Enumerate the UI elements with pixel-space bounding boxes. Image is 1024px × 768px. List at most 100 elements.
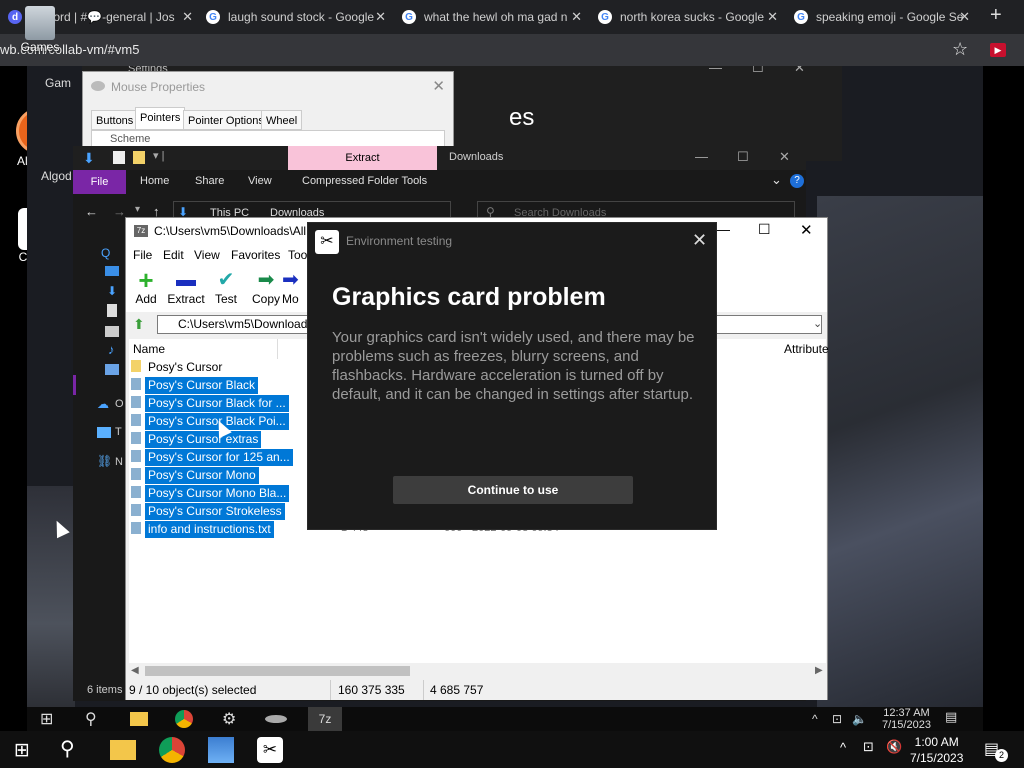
tab-file[interactable]: File (73, 170, 126, 194)
maximize-icon[interactable]: ☐ (737, 149, 749, 165)
add-button[interactable]: + Add (126, 267, 166, 306)
minimize-icon[interactable]: — (695, 149, 708, 164)
notification-icon[interactable]: ▤ (945, 709, 957, 725)
tab-home[interactable]: Home (140, 175, 169, 187)
tab-view[interactable]: View (248, 175, 272, 187)
column-attributes[interactable]: Attribute (784, 342, 829, 356)
quick-access-label[interactable]: Q (101, 246, 110, 260)
list-item[interactable]: Posy's Cursor Black for ... (131, 395, 289, 412)
close-icon[interactable]: ✕ (959, 9, 970, 25)
list-item[interactable]: Posy's Cursor Strokeless (131, 503, 285, 520)
menu-file[interactable]: File (133, 248, 152, 262)
photos-icon[interactable] (208, 737, 234, 763)
move-button[interactable]: ➡ Mo (282, 268, 302, 306)
chevron-down-icon[interactable]: ⌄ (771, 172, 782, 188)
tab-share[interactable]: Share (195, 175, 224, 187)
minimize-icon[interactable]: — (716, 221, 730, 237)
search-icon[interactable]: ⚲ (60, 736, 75, 761)
list-item[interactable]: Posy's Cursor Mono Bla... (131, 485, 290, 502)
browser-tab[interactable]: G laugh sound stock - Google ✕ (206, 4, 386, 30)
desktop-icon-games[interactable]: Games (10, 6, 70, 54)
documents-icon[interactable] (107, 304, 117, 317)
close-icon[interactable]: ✕ (692, 230, 707, 251)
search-icon[interactable]: ⚲ (85, 709, 97, 729)
menu-favorites[interactable]: Favorites (231, 248, 280, 262)
copy-button[interactable]: ➡ Copy (246, 268, 286, 306)
scrollbar-thumb[interactable] (145, 666, 410, 676)
quick-access-dropdown-icon[interactable]: ▾ | (153, 149, 164, 162)
network-icon[interactable]: ⊡ (863, 739, 874, 755)
list-item[interactable]: Posy's Cursor Mono (131, 467, 259, 484)
tab-buttons[interactable]: Buttons (91, 110, 139, 130)
recent-dropdown-icon[interactable]: ▾ (135, 204, 140, 215)
host-clock[interactable]: 1:00 AM 7/15/2023 (910, 734, 963, 766)
new-tab-button[interactable]: + (990, 4, 1002, 27)
test-button[interactable]: ✔ Test (206, 268, 246, 306)
browser-tab[interactable]: G north korea sucks - Google ✕ (598, 4, 778, 30)
list-item[interactable]: Posy's Cursor Black Poi... (131, 413, 289, 430)
pictures-icon[interactable] (105, 326, 119, 337)
close-icon[interactable]: ✕ (779, 149, 790, 165)
capcut-icon[interactable]: ✂ (257, 737, 283, 763)
list-item[interactable]: Posy's Cursor for 125 an... (131, 449, 293, 466)
extract-button[interactable]: ▬ Extract (166, 268, 206, 306)
minimize-icon[interactable]: — (709, 66, 722, 75)
back-arrow-icon[interactable]: ← (85, 204, 98, 219)
folder-icon[interactable] (133, 151, 145, 164)
scroll-right-icon[interactable]: ▶ (815, 665, 823, 676)
start-windows-icon[interactable]: ⊞ (40, 709, 53, 729)
browser-tab[interactable]: G speaking emoji - Google Se ✕ (794, 4, 970, 30)
videos-icon[interactable] (105, 364, 119, 375)
onedrive-icon[interactable]: ☁ (97, 397, 109, 411)
tab-compressed-folder-tools[interactable]: Compressed Folder Tools (302, 175, 427, 187)
properties-icon[interactable] (113, 151, 125, 164)
7zip-taskbar-button[interactable]: 7z (308, 707, 342, 731)
horizontal-scrollbar[interactable]: ◀ ▶ (129, 663, 826, 679)
scroll-left-icon[interactable]: ◀ (131, 665, 139, 676)
network-icon[interactable]: ⛓ (97, 454, 112, 468)
tab-pointers[interactable]: Pointers (135, 107, 186, 130)
tab-extract[interactable]: Extract (288, 146, 437, 170)
mouse-icon[interactable] (265, 715, 287, 723)
close-icon[interactable]: ✕ (794, 66, 805, 76)
file-explorer-icon[interactable] (130, 712, 148, 726)
continue-button[interactable]: Continue to use (393, 476, 633, 504)
maximize-icon[interactable]: ☐ (758, 221, 771, 238)
tab-wheel[interactable]: Wheel (261, 110, 303, 130)
list-item[interactable]: info and instructions.txt (131, 521, 274, 538)
chevron-up-icon[interactable]: ^ (812, 712, 818, 726)
bookmark-star-icon[interactable]: ☆ (952, 39, 968, 60)
extension-icon[interactable]: ▶ (990, 43, 1006, 57)
maximize-icon[interactable]: ☐ (752, 66, 764, 76)
this-pc-icon[interactable] (97, 427, 111, 438)
network-icon[interactable]: ⊡ (832, 712, 842, 726)
vm-screen[interactable]: Gam Algod Settings es — ☐ ✕ Mouse Proper… (27, 66, 983, 731)
close-icon[interactable]: ✕ (182, 9, 193, 25)
file-explorer-icon[interactable] (110, 740, 136, 760)
browser-tab[interactable]: G what the hewl oh ma gad n ✕ (402, 4, 582, 30)
volume-muted-icon[interactable]: 🔇 (886, 739, 902, 755)
close-icon[interactable]: ✕ (432, 77, 445, 95)
menu-view[interactable]: View (194, 248, 220, 262)
downloads-icon[interactable]: ⬇ (107, 284, 117, 298)
close-icon[interactable]: ✕ (571, 9, 582, 25)
list-item[interactable]: Posy's Cursor extras (131, 431, 262, 448)
music-icon[interactable]: ♪ (108, 342, 115, 357)
help-icon[interactable]: ? (790, 174, 804, 188)
settings-gear-icon[interactable]: ⚙ (222, 709, 236, 729)
vm-clock[interactable]: 12:37 AM 7/15/2023 (882, 707, 931, 731)
list-item[interactable]: Posy's Cursor (131, 359, 225, 376)
up-folder-icon[interactable]: ⬆ (133, 316, 145, 333)
desktop-icon[interactable] (105, 266, 119, 276)
close-icon[interactable]: ✕ (767, 9, 778, 25)
column-divider[interactable] (277, 339, 278, 359)
close-icon[interactable]: ✕ (800, 221, 813, 239)
list-item[interactable]: Posy's Cursor Black (131, 377, 258, 394)
chrome-icon[interactable] (159, 737, 185, 763)
menu-edit[interactable]: Edit (163, 248, 184, 262)
tab-pointer-options[interactable]: Pointer Options (183, 110, 269, 130)
chevron-down-icon[interactable]: ⌄ (813, 317, 822, 330)
start-windows-icon[interactable]: ⊞ (14, 739, 30, 762)
volume-icon[interactable]: 🔈 (852, 712, 867, 726)
close-icon[interactable]: ✕ (375, 9, 386, 25)
